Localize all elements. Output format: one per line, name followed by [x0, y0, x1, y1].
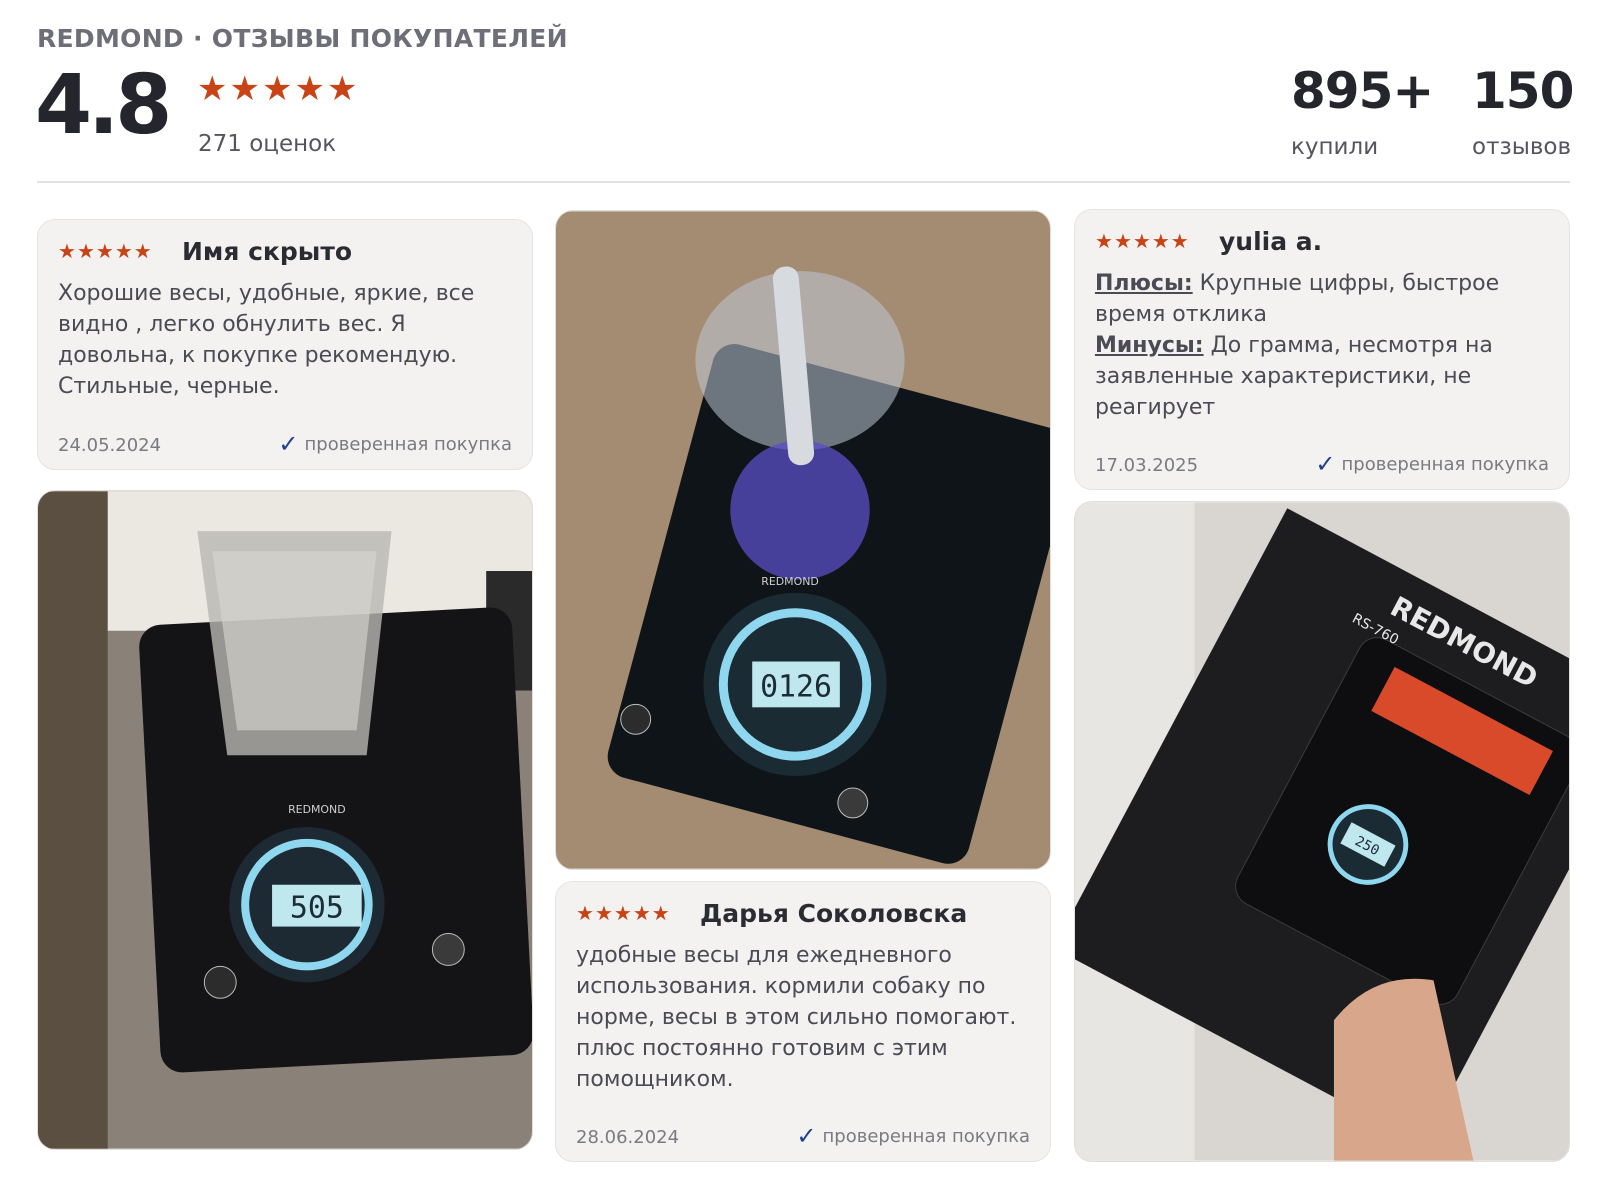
review-author: yulia a.	[1219, 227, 1323, 256]
scale-brand-mark: REDMOND	[761, 575, 819, 588]
scale-with-cup-photo: 0126 REDMOND	[556, 211, 1050, 869]
star-icon: ★	[95, 239, 114, 263]
review-card: ★ ★ ★ ★ ★ Имя скрыто Хорошие весы, удобные, …	[37, 219, 533, 470]
star-icon: ★	[294, 69, 325, 109]
review-author: Имя скрыто	[182, 237, 353, 266]
scale-with-glass-photo: 505 REDMOND	[38, 491, 532, 1149]
star-icon: ★	[651, 901, 670, 925]
verified-label: проверенная покупка	[822, 1125, 1030, 1147]
stat-reviews: 150 отзывов	[1472, 62, 1574, 160]
verified-label: проверенная покупка	[304, 433, 512, 455]
bought-label: купили	[1291, 134, 1379, 160]
reviews-value: 150	[1472, 62, 1574, 120]
review-text: удобные весы для ежедневного использован…	[576, 943, 1017, 1092]
review-photo[interactable]: 250 REDMOND RS-760	[1074, 501, 1570, 1162]
review-stars: ★ ★ ★ ★ ★	[576, 903, 670, 923]
review-card: ★ ★ ★ ★ ★ yulia a. Плюсы: Крупные цифры, быс…	[1074, 209, 1570, 490]
review-date: 17.03.2025	[1095, 455, 1199, 476]
star-icon: ★	[76, 239, 95, 263]
header-divider	[37, 181, 1570, 183]
review-text: Плюсы: Крупные цифры, быстрое время откл…	[1095, 268, 1540, 423]
rating-count: 271 оценок	[198, 131, 337, 157]
star-icon: ★	[1132, 229, 1151, 253]
review-photo[interactable]: 505 REDMOND	[37, 490, 533, 1150]
cons-label: Минусы:	[1095, 333, 1204, 358]
star-icon: ★	[58, 239, 76, 263]
reviews-label: отзывов	[1472, 134, 1572, 160]
bought-value: 895+	[1291, 62, 1434, 120]
average-rating: 4.8	[35, 58, 172, 153]
star-icon: ★	[133, 239, 152, 263]
star-icon: ★	[197, 69, 228, 109]
check-icon: ✓	[796, 1122, 817, 1150]
review-stars: ★ ★ ★ ★ ★	[58, 241, 152, 261]
star-icon: ★	[1170, 229, 1189, 253]
star-icon: ★	[1151, 229, 1170, 253]
stat-bought: 895+ купили	[1291, 62, 1434, 160]
display-reading: 0126	[760, 669, 832, 704]
star-icon: ★	[261, 69, 293, 109]
review-stars: ★ ★ ★ ★ ★	[1095, 231, 1189, 251]
rating-stars: ★ ★ ★ ★ ★	[197, 72, 357, 106]
star-icon: ★	[594, 901, 613, 925]
boxed-scale-photo: 250 REDMOND RS-760	[1075, 502, 1569, 1161]
display-reading: 505	[290, 891, 344, 926]
scale-brand-mark: REDMOND	[288, 803, 346, 816]
verified-badge: ✓ проверенная покупка	[1315, 450, 1549, 478]
star-icon: ★	[1095, 229, 1113, 253]
review-photo[interactable]: 0126 REDMOND	[555, 210, 1051, 870]
star-icon: ★	[613, 901, 632, 925]
star-icon: ★	[114, 239, 133, 263]
verified-badge: ✓ проверенная покупка	[278, 430, 512, 458]
review-text: Хорошие весы, удобные, яркие, все видно …	[58, 281, 475, 399]
review-card: ★ ★ ★ ★ ★ Дарья Соколовска удобные весы для …	[555, 881, 1051, 1162]
star-icon: ★	[1113, 229, 1132, 253]
star-icon: ★	[229, 69, 260, 109]
verified-label: проверенная покупка	[1341, 453, 1549, 475]
pros-label: Плюсы:	[1095, 271, 1193, 296]
review-date: 28.06.2024	[576, 1127, 680, 1148]
star-icon: ★	[326, 69, 358, 109]
star-icon: ★	[576, 901, 594, 925]
review-author: Дарья Соколовска	[700, 899, 968, 928]
check-icon: ✓	[1315, 450, 1336, 478]
review-date: 24.05.2024	[58, 435, 162, 456]
check-icon: ✓	[278, 430, 299, 458]
brand-title: REDMOND · ОТЗЫВЫ ПОКУПАТЕЛЕЙ	[37, 24, 568, 53]
star-icon: ★	[632, 901, 651, 925]
verified-badge: ✓ проверенная покупка	[796, 1122, 1030, 1150]
